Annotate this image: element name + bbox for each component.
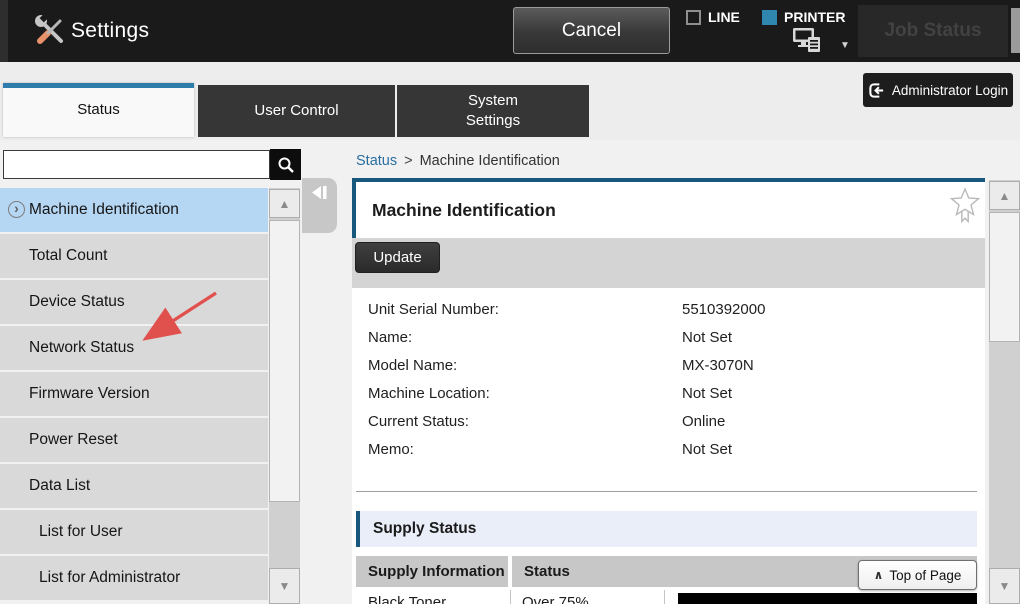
supply-name-cell: Black Toner	[368, 593, 446, 604]
breadcrumb: Status>Machine Identification	[356, 153, 560, 169]
tab-system-settings[interactable]: System Settings	[397, 85, 589, 137]
field-label: Model Name:	[368, 352, 682, 380]
printer-label: PRINTER	[784, 9, 845, 25]
field-label: Name:	[368, 324, 682, 352]
field-row-model: Model Name: MX-3070N	[368, 352, 968, 380]
column-divider	[664, 590, 665, 604]
field-label: Unit Serial Number:	[368, 296, 682, 324]
printer-status-icon[interactable]	[793, 28, 823, 54]
tab-user-control[interactable]: User Control	[198, 85, 395, 137]
field-row-current-status: Current Status: Online	[368, 408, 968, 436]
app-title: Settings	[71, 19, 149, 43]
top-of-page-button[interactable]: ∧ Top of Page	[858, 560, 977, 590]
tab-system-settings-label: System Settings	[450, 91, 536, 132]
tab-bar: Status User Control System Settings Admi…	[0, 62, 1020, 140]
sidebar-nav: › Machine Identification Total Count Dev…	[0, 188, 268, 604]
sidebar-collapse-handle[interactable]	[302, 178, 337, 233]
sidebar-item-label: Data List	[29, 477, 90, 495]
administrator-login-label: Administrator Login	[892, 83, 1008, 98]
job-status-button[interactable]: Job Status	[858, 5, 1008, 57]
sidebar-item-network-status[interactable]: Network Status	[0, 326, 268, 370]
sidebar-item-label: Power Reset	[29, 431, 118, 449]
topbar-scrollbar[interactable]	[1011, 8, 1020, 53]
sidebar-item-label: List for User	[39, 523, 123, 541]
favorite-star-button[interactable]	[949, 187, 981, 225]
sidebar-item-device-status[interactable]: Device Status	[0, 280, 268, 324]
toner-level-bar	[678, 593, 977, 604]
sidebar-item-power-reset[interactable]: Power Reset	[0, 418, 268, 462]
field-value: Online	[682, 408, 725, 436]
line-checkbox[interactable]	[686, 10, 701, 25]
settings-page: Settings Cancel LINE PRINTER ▼ Job Statu…	[0, 0, 1020, 604]
section-title: Machine Identification	[372, 182, 556, 238]
search-input[interactable]	[3, 150, 270, 179]
sidebar-item-label: Device Status	[29, 293, 125, 311]
field-value: 5510392000	[682, 296, 765, 324]
sidebar-scroll-down-button[interactable]: ▼	[269, 568, 300, 604]
field-value: Not Set	[682, 436, 732, 464]
printer-dropdown-caret-icon[interactable]: ▼	[840, 41, 850, 51]
breadcrumb-current: Machine Identification	[420, 153, 560, 169]
search-button[interactable]	[270, 149, 301, 180]
update-toolbar: Update	[352, 238, 985, 288]
field-value: Not Set	[682, 324, 732, 352]
section-divider	[356, 491, 977, 492]
cancel-button[interactable]: Cancel	[513, 7, 670, 54]
main-scrollbar-thumb[interactable]	[989, 212, 1020, 342]
sidebar-item-label: Machine Identification	[29, 201, 179, 219]
sidebar-item-total-count[interactable]: Total Count	[0, 234, 268, 278]
field-value: MX-3070N	[682, 352, 754, 380]
collapse-left-icon	[311, 185, 328, 200]
login-icon	[868, 82, 885, 99]
search-icon	[277, 156, 295, 174]
sidebar-item-label: List for Administrator	[39, 569, 180, 587]
topbar: Settings Cancel LINE PRINTER ▼ Job Statu…	[0, 0, 1020, 62]
supply-status-cell: Over 75%	[522, 593, 589, 604]
update-button[interactable]: Update	[355, 242, 440, 273]
main-scroll-down-button[interactable]: ▼	[989, 568, 1020, 604]
column-header-supply-information: Supply Information	[356, 556, 508, 587]
field-label: Machine Location:	[368, 380, 682, 408]
sidebar-item-label: Network Status	[29, 339, 134, 357]
sidebar-item-label: Firmware Version	[29, 385, 150, 403]
machine-fields: Unit Serial Number: 5510392000 Name: Not…	[368, 296, 968, 464]
sidebar-item-data-list[interactable]: Data List	[0, 464, 268, 508]
star-ribbon-icon	[949, 187, 981, 225]
panel-header: Machine Identification	[352, 182, 985, 238]
selected-chevron-icon: ›	[8, 201, 25, 218]
sidebar-scrollbar-thumb[interactable]	[269, 220, 300, 502]
administrator-login-button[interactable]: Administrator Login	[863, 73, 1013, 107]
top-of-page-label: Top of Page	[889, 568, 961, 583]
field-row-memo: Memo: Not Set	[368, 436, 968, 464]
tab-status[interactable]: Status	[3, 83, 194, 137]
machine-identification-panel: Machine Identification Update Unit Seria…	[352, 178, 985, 604]
breadcrumb-link-status[interactable]: Status	[356, 153, 397, 169]
field-row-location: Machine Location: Not Set	[368, 380, 968, 408]
field-label: Current Status:	[368, 408, 682, 436]
main-scroll-up-button[interactable]: ▲	[989, 181, 1020, 210]
sidebar-item-machine-identification[interactable]: › Machine Identification	[0, 188, 268, 232]
sidebar-item-firmware-version[interactable]: Firmware Version	[0, 372, 268, 416]
printer-indicator[interactable]: PRINTER	[762, 9, 845, 25]
supply-table-row-black-toner: Black Toner Over 75%	[356, 590, 977, 604]
line-indicator[interactable]: LINE	[686, 9, 740, 25]
field-label: Memo:	[368, 436, 682, 464]
column-divider	[510, 590, 511, 604]
settings-tools-icon	[33, 13, 67, 47]
supply-status-header: Supply Status	[356, 511, 977, 547]
up-chevron-icon: ∧	[874, 568, 884, 582]
topbar-left-strip	[0, 0, 8, 62]
sidebar-scroll-up-button[interactable]: ▲	[269, 189, 300, 218]
sidebar-item-list-for-administrator[interactable]: List for Administrator	[0, 556, 268, 600]
line-label: LINE	[708, 9, 740, 25]
field-value: Not Set	[682, 380, 732, 408]
field-row-serial: Unit Serial Number: 5510392000	[368, 296, 968, 324]
sidebar-item-label: Total Count	[29, 247, 107, 265]
printer-checkbox[interactable]	[762, 10, 777, 25]
tab-user-control-label: User Control	[254, 101, 340, 121]
field-row-name: Name: Not Set	[368, 324, 968, 352]
sidebar-item-list-for-user[interactable]: List for User	[0, 510, 268, 554]
breadcrumb-separator: >	[397, 153, 419, 169]
